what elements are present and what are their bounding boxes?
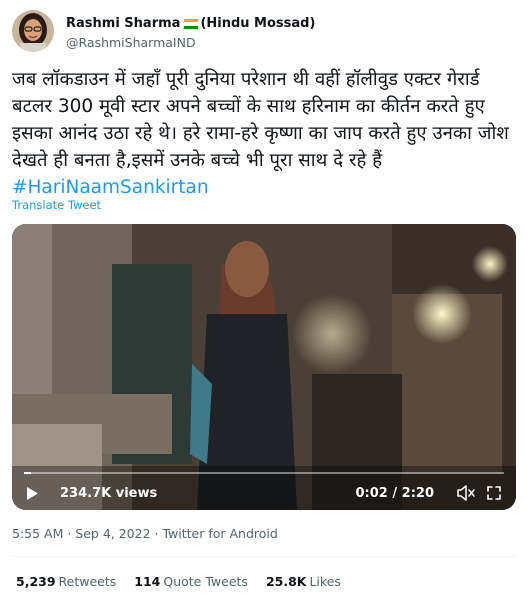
author-handle[interactable]: @RashmiSharmaIND — [66, 34, 315, 52]
author-display-name[interactable]: Rashmi Sharma — [66, 16, 180, 32]
play-icon[interactable] — [24, 484, 40, 502]
video-controls: 234.7K views 0:02 / 2:20 — [12, 466, 516, 510]
quotes-count: 114 — [134, 574, 161, 589]
retweets-count: 5,239 — [16, 574, 56, 589]
video-player[interactable]: 234.7K views 0:02 / 2:20 — [12, 224, 516, 510]
tweet-text: जब लॉकडाउन में जहाँ पूरी दुनिया परेशान थ… — [12, 66, 517, 201]
tweet-stats: 5,239 Retweets 114 Quote Tweets 25.8K Likes — [16, 574, 359, 589]
author-name-suffix[interactable]: (Hindu Mossad) — [200, 16, 315, 32]
fullscreen-icon[interactable] — [484, 483, 504, 503]
quotes-label: Quote Tweets — [163, 574, 248, 589]
india-flag-icon — [184, 19, 199, 29]
retweets-label: Retweets — [58, 574, 117, 589]
translate-tweet-link[interactable]: Translate Tweet — [12, 198, 101, 212]
tweet-timestamp[interactable]: 5:55 AM · Sep 4, 2022 · Twitter for Andr… — [12, 526, 278, 541]
retweets-stat[interactable]: 5,239 Retweets — [16, 574, 116, 589]
video-time: 0:02 / 2:20 — [355, 485, 434, 501]
video-progress-bar[interactable] — [24, 472, 504, 474]
tweet-header: Rashmi Sharma (Hindu Mossad) @RashmiShar… — [12, 10, 515, 56]
likes-label: Likes — [309, 574, 341, 589]
likes-count: 25.8K — [265, 574, 307, 589]
avatar[interactable] — [12, 10, 54, 52]
quote-tweets-stat[interactable]: 114 Quote Tweets — [134, 574, 248, 589]
video-views: 234.7K views — [60, 485, 158, 501]
divider — [12, 556, 515, 557]
tweet-body: जब लॉकडाउन में जहाँ पूरी दुनिया परेशान थ… — [12, 69, 509, 171]
mute-icon[interactable] — [456, 483, 476, 503]
hashtag-link[interactable]: #HariNaamSankirtan — [12, 177, 209, 198]
video-progress-fill — [24, 472, 32, 474]
likes-stat[interactable]: 25.8K Likes — [266, 574, 341, 589]
